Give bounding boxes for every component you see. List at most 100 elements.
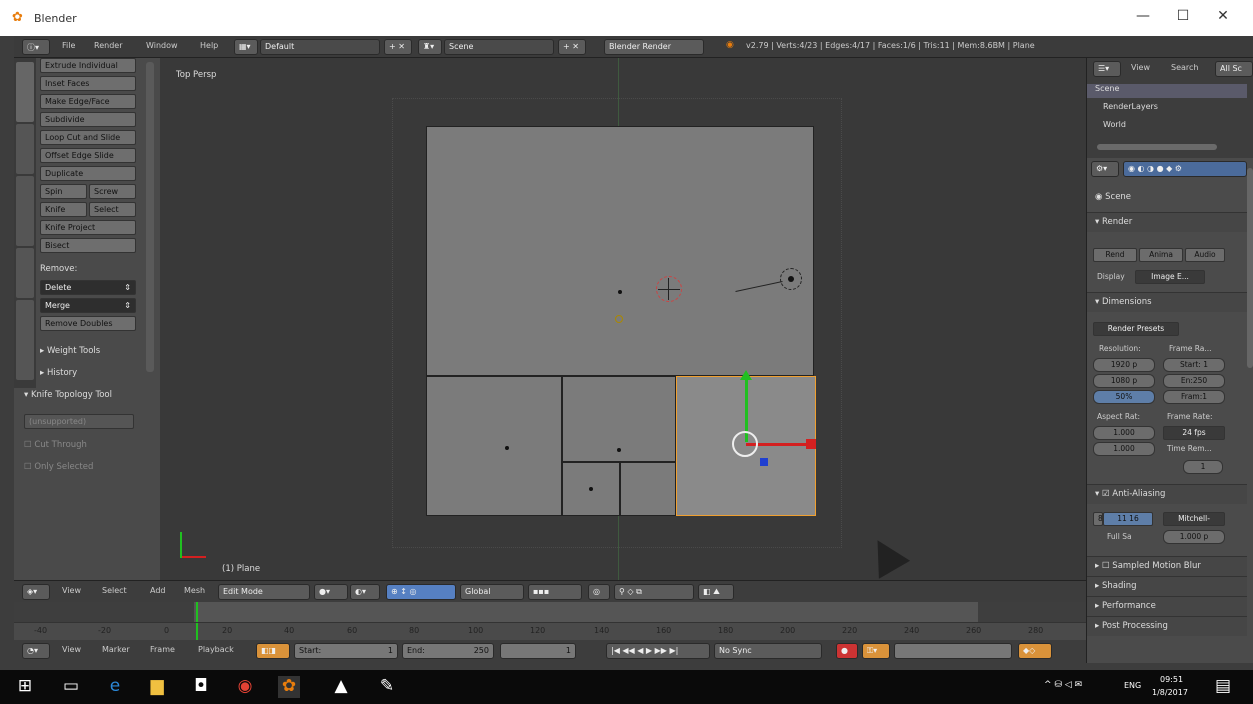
mode-select[interactable]: Edit Mode: [218, 584, 310, 600]
time-remap-field[interactable]: 1: [1183, 460, 1223, 474]
tab-grease-pencil[interactable]: [16, 300, 34, 380]
minimize-button[interactable]: —: [1128, 8, 1158, 28]
cut-through-checkbox[interactable]: ☐ Cut Through: [24, 440, 87, 450]
aa-samples-11-16[interactable]: 11 16: [1103, 512, 1153, 526]
mesh-face-bottom-left[interactable]: [426, 376, 562, 516]
z-axis-handle[interactable]: [760, 458, 768, 466]
menu-help[interactable]: Help: [200, 41, 218, 50]
scene-select[interactable]: Scene: [444, 39, 554, 55]
menu-file[interactable]: File: [62, 41, 75, 50]
aspect-x-field[interactable]: 1.000: [1093, 426, 1155, 440]
blender-taskbar-icon[interactable]: ✿: [278, 676, 300, 698]
make-edge-face-button[interactable]: Make Edge/Face: [40, 94, 136, 109]
animation-button[interactable]: Anima: [1139, 248, 1183, 262]
duplicate-button[interactable]: Duplicate: [40, 166, 136, 181]
properties-context-tabs[interactable]: ◉ ◐ ◑ ● ◆ ⚙: [1123, 161, 1247, 177]
scene-icon[interactable]: ♜▾: [418, 39, 442, 55]
start-frame-field[interactable]: Start: 1: [1163, 358, 1225, 372]
knife-button[interactable]: Knife: [40, 202, 87, 217]
display-select[interactable]: Image E...: [1135, 270, 1205, 284]
tab-shading-uvs[interactable]: [16, 176, 34, 246]
render-engine-select[interactable]: Blender Render: [604, 39, 704, 55]
layout-icon[interactable]: ▦▾: [234, 39, 258, 55]
menu-render[interactable]: Render: [94, 41, 122, 50]
knife-topology-panel[interactable]: ▾ Knife Topology Tool: [24, 390, 112, 400]
render-panel-header[interactable]: ▾ Render: [1087, 212, 1247, 232]
merge-menu[interactable]: Merge ⇕: [40, 298, 136, 313]
inset-faces-button[interactable]: Inset Faces: [40, 76, 136, 91]
editor-type-icon[interactable]: ⓘ▾: [22, 39, 50, 55]
render-presets-select[interactable]: Render Presets: [1093, 322, 1179, 336]
bisect-button[interactable]: Bisect: [40, 238, 136, 253]
outliner-row-renderlayers[interactable]: RenderLayers: [1103, 102, 1158, 111]
preview-range-toggle[interactable]: ◧◨: [256, 643, 290, 659]
knife-project-button[interactable]: Knife Project: [40, 220, 136, 235]
render-button[interactable]: Rend: [1093, 248, 1137, 262]
subdivide-button[interactable]: Subdivide: [40, 112, 136, 127]
editor-type-icon[interactable]: ◔▾: [22, 643, 50, 659]
clock-time[interactable]: 09:51: [1160, 675, 1183, 684]
audio-button[interactable]: Audio: [1185, 248, 1225, 262]
menu-marker[interactable]: Marker: [102, 645, 130, 654]
tab-options[interactable]: [16, 248, 34, 298]
menu-view[interactable]: View: [62, 586, 81, 595]
store-icon[interactable]: ◘: [190, 676, 212, 698]
render-preview-icon[interactable]: ◧ ⛰: [698, 584, 734, 600]
outliner-row-scene[interactable]: Scene: [1087, 84, 1247, 98]
menu-add[interactable]: Add: [150, 586, 166, 595]
file-explorer-icon[interactable]: ▆: [146, 676, 168, 698]
task-view-icon[interactable]: ▭: [60, 676, 82, 698]
tray-icons[interactable]: ^ ⛁ ◁ ✉: [1044, 680, 1082, 690]
paint-icon[interactable]: ✎: [376, 676, 398, 698]
post-processing-panel-header[interactable]: ▸ Post Processing: [1087, 616, 1247, 636]
delete-menu[interactable]: Delete ⇕: [40, 280, 136, 295]
sync-select[interactable]: No Sync: [714, 643, 822, 659]
outliner-row-world[interactable]: World: [1103, 120, 1126, 129]
only-selected-checkbox[interactable]: ☐ Only Selected: [24, 462, 93, 472]
frame-step-field[interactable]: Fram:1: [1163, 390, 1225, 404]
menu-view[interactable]: View: [62, 645, 81, 654]
select-button[interactable]: Select: [89, 202, 136, 217]
outliner-scrollbar[interactable]: [1097, 144, 1217, 150]
resolution-percent-slider[interactable]: 50%: [1093, 390, 1155, 404]
history-panel[interactable]: ▸ History: [40, 368, 77, 378]
notifications-icon[interactable]: ▤: [1212, 676, 1234, 698]
filter-size-field[interactable]: 1.000 p: [1163, 530, 1225, 544]
pivot-select[interactable]: ◐▾: [350, 584, 380, 600]
layer-buttons[interactable]: ▪▪▪: [528, 584, 582, 600]
weight-tools-panel[interactable]: ▸ Weight Tools: [40, 346, 100, 356]
sampled-motion-blur-header[interactable]: ▸ ☐ Sampled Motion Blur: [1087, 556, 1247, 576]
camera-icon[interactable]: [861, 531, 911, 579]
manipulator-center-icon[interactable]: [732, 431, 758, 457]
outliner-menu-search[interactable]: Search: [1171, 63, 1198, 72]
tab-create[interactable]: [16, 124, 34, 174]
mesh-face-top[interactable]: [426, 126, 814, 376]
orientation-select[interactable]: Global: [460, 584, 524, 600]
keying-toggle[interactable]: ⚿▾: [862, 643, 890, 659]
menu-window[interactable]: Window: [146, 41, 178, 50]
display-mode-select[interactable]: All Sc: [1215, 61, 1253, 77]
dimensions-panel-header[interactable]: ▾ Dimensions: [1087, 292, 1247, 312]
snap-tools[interactable]: ⚲ ◇ ⧉: [614, 584, 694, 600]
editor-type-icon[interactable]: ☰▾: [1093, 61, 1121, 77]
end-frame-field[interactable]: En:250: [1163, 374, 1225, 388]
frame-rate-select[interactable]: 24 fps: [1163, 426, 1225, 440]
keyframe-buttons[interactable]: ◆◇: [1018, 643, 1052, 659]
menu-mesh[interactable]: Mesh: [184, 586, 205, 595]
end-frame-field[interactable]: End: 250: [402, 643, 494, 659]
performance-panel-header[interactable]: ▸ Performance: [1087, 596, 1247, 616]
start-button-icon[interactable]: ⊞: [14, 676, 36, 698]
extrude-individual-button[interactable]: Extrude Individual: [40, 58, 136, 73]
resolution-x-field[interactable]: 1920 p: [1093, 358, 1155, 372]
aa-filter-select[interactable]: Mitchell-: [1163, 512, 1225, 526]
edge-browser-icon[interactable]: e: [104, 676, 126, 698]
language-indicator[interactable]: ENG: [1124, 681, 1141, 690]
spin-button[interactable]: Spin: [40, 184, 87, 199]
anti-aliasing-panel-header[interactable]: ▾ ☑ Anti-Aliasing: [1087, 484, 1247, 504]
outliner[interactable]: ☰▾ View Search All Sc Scene RenderLayers…: [1087, 58, 1253, 158]
current-frame-field[interactable]: 1: [500, 643, 576, 659]
shading-panel-header[interactable]: ▸ Shading: [1087, 576, 1247, 596]
keying-set-field[interactable]: [894, 643, 1012, 659]
record-button[interactable]: ●: [836, 643, 858, 659]
3d-viewport[interactable]: Top Persp (1) Plane: [160, 58, 1086, 580]
